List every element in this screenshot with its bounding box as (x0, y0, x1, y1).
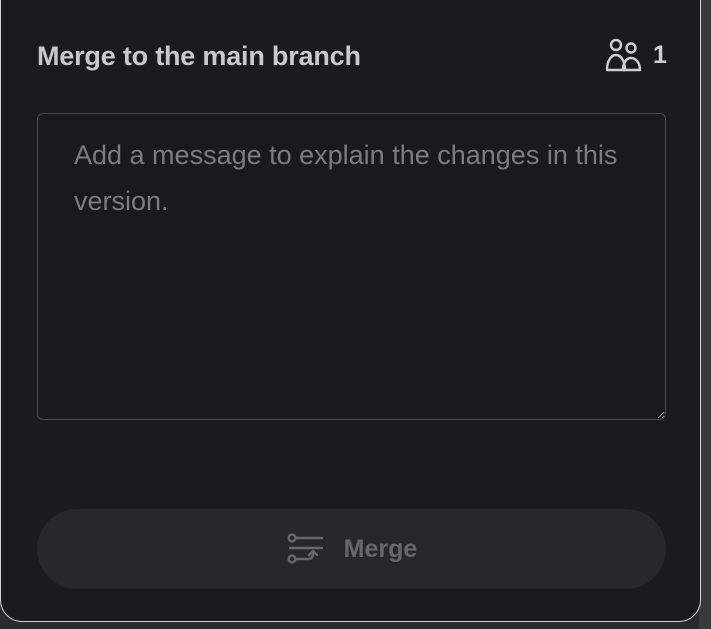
merge-icon (286, 533, 326, 565)
collaborators-indicator[interactable]: 1 (605, 37, 667, 73)
merge-button[interactable]: Merge (37, 509, 666, 589)
merge-message-input[interactable] (37, 113, 666, 420)
merge-button-label: Merge (343, 534, 418, 563)
dialog-title: Merge to the main branch (37, 41, 361, 71)
users-icon (605, 37, 643, 73)
merge-dialog: Merge to the main branch 1 Merge (0, 0, 701, 622)
collaborator-count: 1 (653, 41, 667, 69)
